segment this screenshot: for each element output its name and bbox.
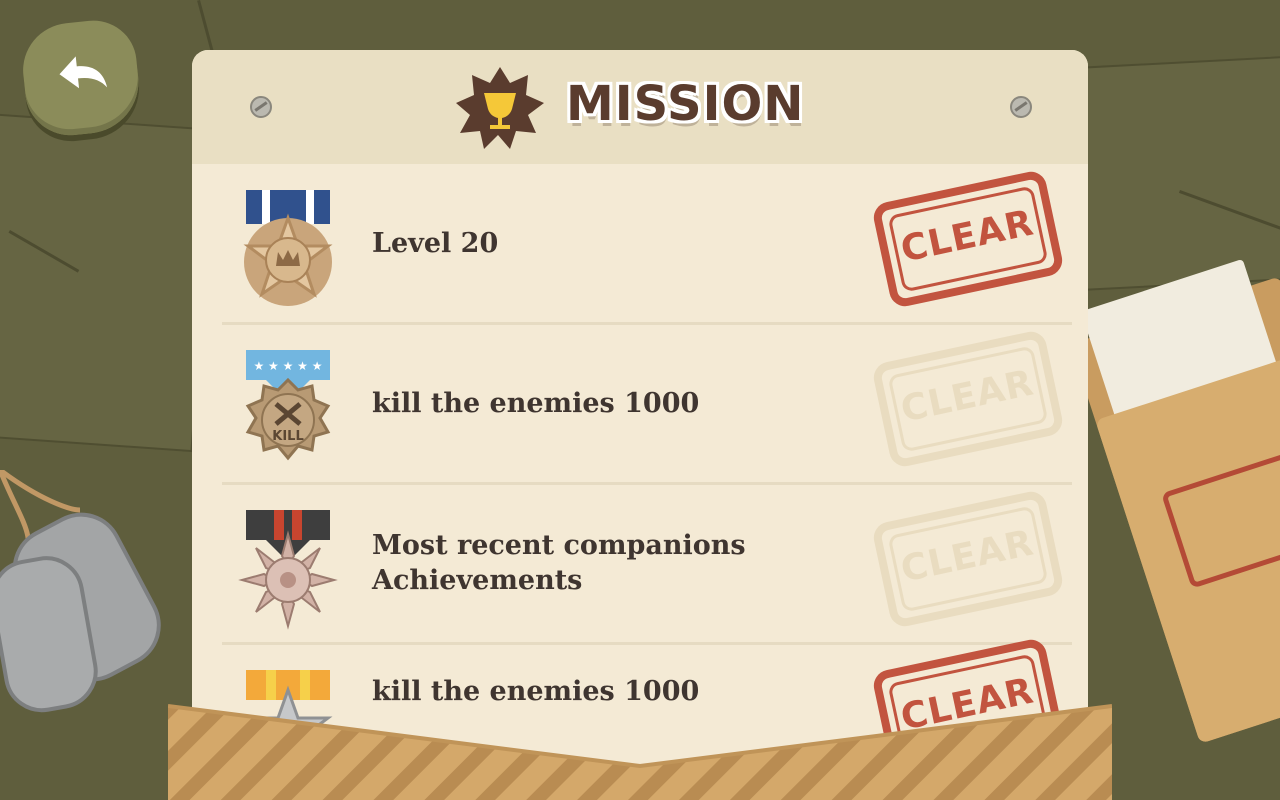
svg-text:★ ★ ★ ★ ★: ★ ★ ★ ★ ★: [253, 359, 322, 373]
mission-panel: MISSION Level 20 CLEAR ★ ★ ★ ★ ★ KILL ki…: [192, 50, 1088, 770]
panel-header: MISSION: [192, 50, 1088, 164]
page-title: MISSION: [566, 76, 805, 132]
gear-medal-icon: [238, 510, 338, 630]
dog-tags-decoration: [0, 470, 161, 713]
clear-stamp: CLEAR: [870, 168, 1066, 310]
mission-row: Most recent companions Achievements CLEA…: [192, 484, 1088, 645]
kill-medal-text: KILL: [272, 429, 303, 444]
mission-label: Level 20: [372, 228, 499, 259]
mission-label: kill the enemies 1000: [372, 388, 700, 419]
back-button[interactable]: [18, 16, 144, 140]
folder-decoration: [1070, 258, 1280, 744]
bg-plate: [0, 111, 216, 453]
envelope-bottom: [168, 704, 1112, 800]
bg-plate: [1074, 53, 1280, 291]
clear-stamp-text: CLEAR: [897, 522, 1038, 591]
star-medal-icon: [243, 190, 333, 306]
clear-stamp-text: CLEAR: [897, 362, 1038, 431]
screw: [250, 96, 272, 118]
trophy-icon: [456, 67, 544, 149]
clear-stamp-text: CLEAR: [897, 202, 1038, 271]
mission-label: Most recent companions Achievements: [372, 530, 746, 596]
mission-row: Level 20 CLEAR: [192, 164, 1088, 325]
screw: [1010, 96, 1032, 118]
kill-medal-icon: ★ ★ ★ ★ ★ KILL: [245, 350, 331, 461]
clear-stamp-faded: CLEAR: [870, 488, 1066, 630]
clear-stamp-faded: CLEAR: [870, 328, 1066, 470]
back-arrow-icon: [59, 56, 108, 89]
mission-row: ★ ★ ★ ★ ★ KILL kill the enemies 1000 CLE…: [192, 324, 1088, 485]
